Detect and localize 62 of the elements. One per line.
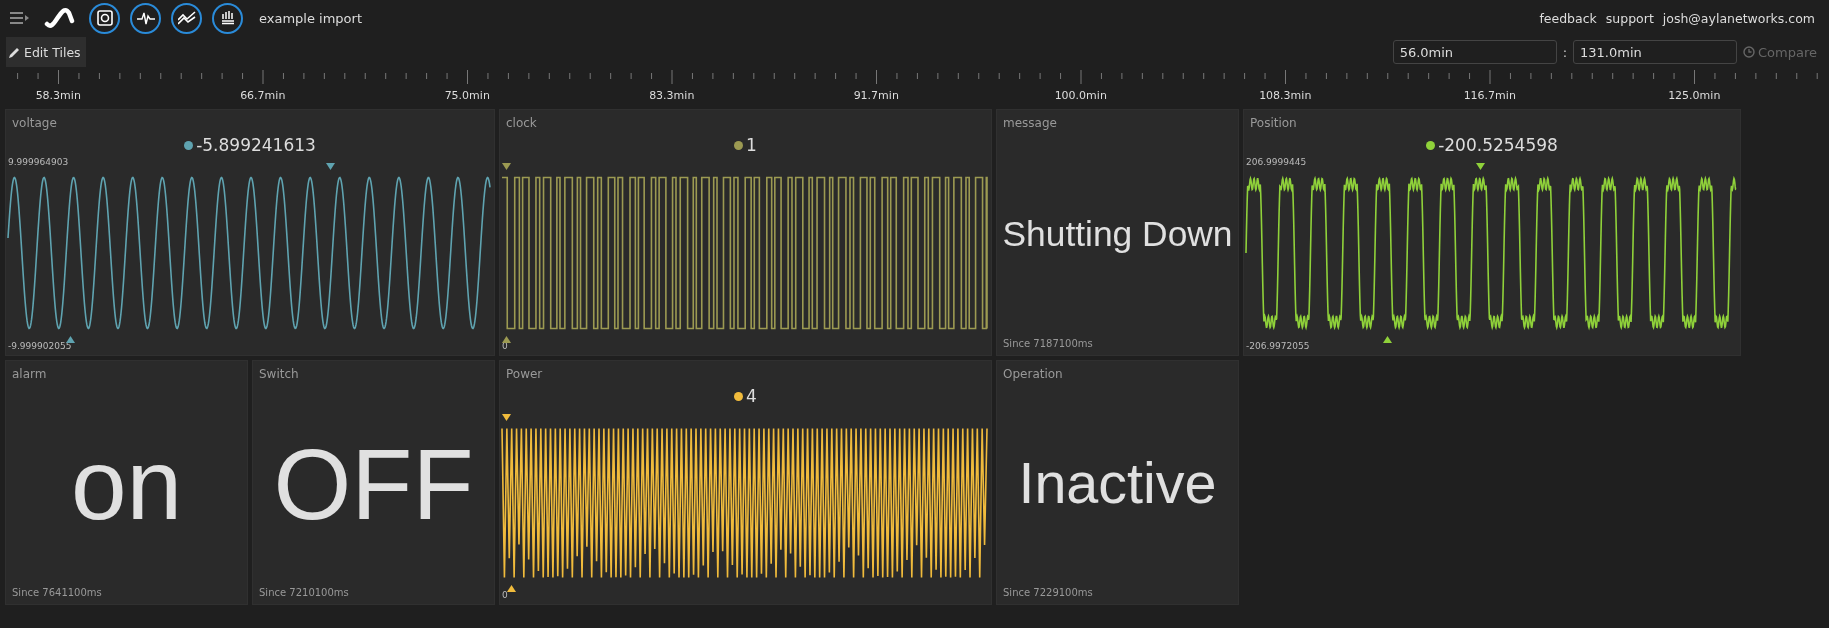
tile-title: Switch [258, 366, 299, 381]
timeline-label: 116.7min [1462, 88, 1517, 102]
clock-icon [1743, 46, 1755, 58]
menu-icon[interactable] [10, 12, 30, 24]
min-marker-icon [65, 336, 75, 343]
logo-icon [44, 7, 76, 29]
since-label: Since 7641100ms [11, 587, 102, 600]
tile-title: message [1002, 115, 1057, 130]
timeline-label: 83.3min [648, 88, 696, 102]
current-value: 1 [746, 135, 757, 155]
timeline-label: 75.0min [443, 88, 491, 102]
status-value: Shutting Down [1002, 216, 1233, 252]
status-value: on [70, 434, 183, 534]
current-value: 4 [746, 386, 757, 406]
tile-title: voltage [11, 115, 57, 130]
header-link[interactable]: support [1605, 10, 1654, 26]
current-value: -200.5254598 [1438, 135, 1558, 155]
max-marker-icon [1476, 163, 1486, 170]
status-value: Inactive [1018, 455, 1217, 513]
tile-title: Operation [1002, 366, 1063, 381]
timeline-label: 125.0min [1667, 88, 1722, 102]
min-marker-icon [506, 585, 516, 592]
frame-icon [96, 10, 113, 26]
since-label: Since 7229100ms [1002, 587, 1093, 600]
header-link[interactable]: josh@aylanetworks.com [1662, 10, 1815, 26]
header-link[interactable]: feedback [1539, 10, 1597, 26]
axis-max-label: 9.999964903 [8, 157, 69, 167]
tool-button[interactable] [171, 2, 202, 34]
status-value: OFF [273, 434, 474, 534]
timeline-label: 108.3min [1258, 88, 1313, 102]
pulse-icon [136, 11, 155, 25]
import-title: example import [259, 10, 362, 26]
axis-max-label: 206.9999445 [1246, 157, 1307, 167]
min-marker-icon [502, 336, 511, 343]
since-label: Since 7187100ms [1002, 338, 1093, 351]
tool-button[interactable] [212, 2, 243, 34]
tool-button[interactable] [130, 2, 161, 34]
range-end-field[interactable]: 131.0min [1573, 40, 1737, 64]
timeline-label: 58.3min [34, 88, 82, 102]
tile-title: clock [505, 115, 537, 130]
pencil-icon [9, 46, 20, 58]
min-marker-icon [1383, 336, 1393, 343]
trend-lines-icon [177, 11, 196, 25]
axis-min-label: -206.9972055 [1246, 341, 1310, 351]
current-value: -5.899241613 [196, 135, 316, 155]
timeline-label: 66.7min [239, 88, 287, 102]
range-start-field[interactable]: 56.0min [1392, 40, 1557, 64]
tool-button[interactable] [89, 2, 120, 34]
max-marker-icon [502, 163, 511, 170]
bars-icon [219, 10, 236, 26]
since-label: Since 7210100ms [258, 587, 349, 600]
range-separator: : [1562, 44, 1567, 60]
tile-title: Power [505, 366, 543, 381]
tile-title: Position [1249, 115, 1297, 130]
edit-tiles-button[interactable]: Edit Tiles [6, 37, 86, 67]
tile-title: alarm [11, 366, 47, 381]
max-marker-icon [326, 163, 336, 170]
axis-min-label: 0 [502, 590, 508, 600]
max-marker-icon [502, 414, 511, 421]
axis-min-label: -9.999902055 [8, 341, 72, 351]
timeline-label: 91.7min [852, 88, 900, 102]
timeline-label: 100.0min [1053, 88, 1108, 102]
